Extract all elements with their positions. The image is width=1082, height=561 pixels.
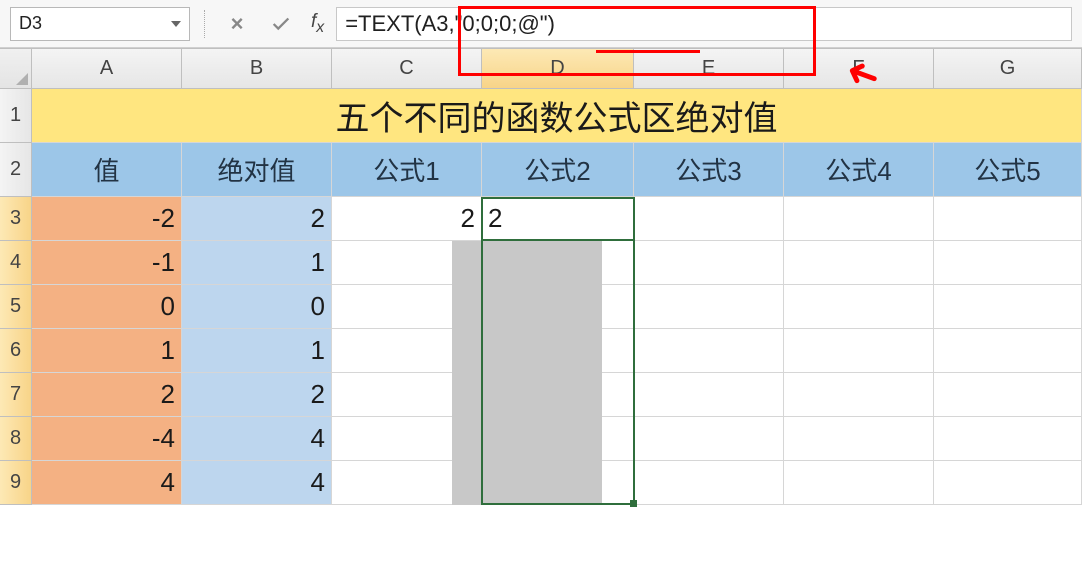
cell-C6[interactable]: 1 xyxy=(332,329,482,373)
cell-A6[interactable]: 1 xyxy=(32,329,182,373)
row-header-4[interactable]: 4 xyxy=(0,241,32,285)
cell-F7[interactable] xyxy=(784,373,934,417)
cell-E4[interactable] xyxy=(634,241,784,285)
cell-D7[interactable]: 2 xyxy=(482,373,634,417)
col-header-C[interactable]: C xyxy=(332,49,482,89)
formula-input[interactable] xyxy=(336,7,1072,41)
col-header-A[interactable]: A xyxy=(32,49,182,89)
cell-E5[interactable] xyxy=(634,285,784,329)
cell-B4[interactable]: 1 xyxy=(182,241,332,285)
cell-B8[interactable]: 4 xyxy=(182,417,332,461)
row-header-5[interactable]: 5 xyxy=(0,285,32,329)
cell-C8[interactable]: 4 xyxy=(332,417,482,461)
header-f3[interactable]: 公式3 xyxy=(634,143,784,197)
col-header-G[interactable]: G xyxy=(934,49,1082,89)
header-f5[interactable]: 公式5 xyxy=(934,143,1082,197)
cell-A7[interactable]: 2 xyxy=(32,373,182,417)
cell-D5[interactable]: 0 xyxy=(482,285,634,329)
cancel-icon[interactable]: × xyxy=(219,9,255,39)
cell-D6[interactable]: 1 xyxy=(482,329,634,373)
cell-G6[interactable] xyxy=(934,329,1082,373)
cell-A3[interactable]: -2 xyxy=(32,197,182,241)
cell-E7[interactable] xyxy=(634,373,784,417)
cell-B9[interactable]: 4 xyxy=(182,461,332,505)
col-header-B[interactable]: B xyxy=(182,49,332,89)
cell-F4[interactable] xyxy=(784,241,934,285)
name-box-value: D3 xyxy=(19,13,42,34)
cell-E8[interactable] xyxy=(634,417,784,461)
cell-C4[interactable]: 1 xyxy=(332,241,482,285)
row-headers: 1 2 3 4 5 6 7 8 9 xyxy=(0,89,32,505)
cell-G8[interactable] xyxy=(934,417,1082,461)
cell-F9[interactable] xyxy=(784,461,934,505)
cell-B7[interactable]: 2 xyxy=(182,373,332,417)
cell-E3[interactable] xyxy=(634,197,784,241)
cell-D8[interactable]: 4 xyxy=(482,417,634,461)
cell-E9[interactable] xyxy=(634,461,784,505)
cell-D9[interactable]: 4 xyxy=(482,461,634,505)
column-headers: A B C D E F G xyxy=(32,49,1082,89)
header-f4[interactable]: 公式4 xyxy=(784,143,934,197)
cell-F3[interactable] xyxy=(784,197,934,241)
header-f2[interactable]: 公式2 xyxy=(482,143,634,197)
row-header-6[interactable]: 6 xyxy=(0,329,32,373)
cell-B6[interactable]: 1 xyxy=(182,329,332,373)
fx-icon[interactable]: fx xyxy=(311,11,324,37)
cell-B5[interactable]: 0 xyxy=(182,285,332,329)
grid: 五个不同的函数公式区绝对值 值 绝对值 公式1 公式2 公式3 公式4 公式5 … xyxy=(32,89,1082,505)
cell-E6[interactable] xyxy=(634,329,784,373)
cell-D4[interactable]: 1 xyxy=(482,241,634,285)
cell-C3[interactable]: 2 xyxy=(332,197,482,241)
cell-D3[interactable]: 2 xyxy=(482,197,634,241)
cell-G7[interactable] xyxy=(934,373,1082,417)
header-value[interactable]: 值 xyxy=(32,143,182,197)
cell-A9[interactable]: 4 xyxy=(32,461,182,505)
chevron-down-icon[interactable] xyxy=(171,21,181,27)
cell-A8[interactable]: -4 xyxy=(32,417,182,461)
cell-G4[interactable] xyxy=(934,241,1082,285)
cell-C7[interactable]: 2 xyxy=(332,373,482,417)
row-header-7[interactable]: 7 xyxy=(0,373,32,417)
row-header-1[interactable]: 1 xyxy=(0,89,32,143)
col-header-E[interactable]: E xyxy=(634,49,784,89)
formula-bar: D3 × fx xyxy=(0,0,1082,48)
title-cell[interactable]: 五个不同的函数公式区绝对值 xyxy=(32,89,1082,143)
separator xyxy=(204,10,205,38)
cell-A5[interactable]: 0 xyxy=(32,285,182,329)
name-box[interactable]: D3 xyxy=(10,7,190,41)
select-all-corner[interactable] xyxy=(0,49,32,89)
row-header-8[interactable]: 8 xyxy=(0,417,32,461)
cell-F5[interactable] xyxy=(784,285,934,329)
cell-G3[interactable] xyxy=(934,197,1082,241)
header-abs[interactable]: 绝对值 xyxy=(182,143,332,197)
cell-G9[interactable] xyxy=(934,461,1082,505)
row-header-9[interactable]: 9 xyxy=(0,461,32,505)
row-header-3[interactable]: 3 xyxy=(0,197,32,241)
col-header-D[interactable]: D xyxy=(482,49,634,89)
enter-icon[interactable] xyxy=(263,9,299,39)
cell-B3[interactable]: 2 xyxy=(182,197,332,241)
cell-C9[interactable]: 4 xyxy=(332,461,482,505)
header-f1[interactable]: 公式1 xyxy=(332,143,482,197)
cell-C5[interactable]: 0 xyxy=(332,285,482,329)
cell-G5[interactable] xyxy=(934,285,1082,329)
cell-A4[interactable]: -1 xyxy=(32,241,182,285)
cell-F6[interactable] xyxy=(784,329,934,373)
cell-F8[interactable] xyxy=(784,417,934,461)
row-header-2[interactable]: 2 xyxy=(0,143,32,197)
